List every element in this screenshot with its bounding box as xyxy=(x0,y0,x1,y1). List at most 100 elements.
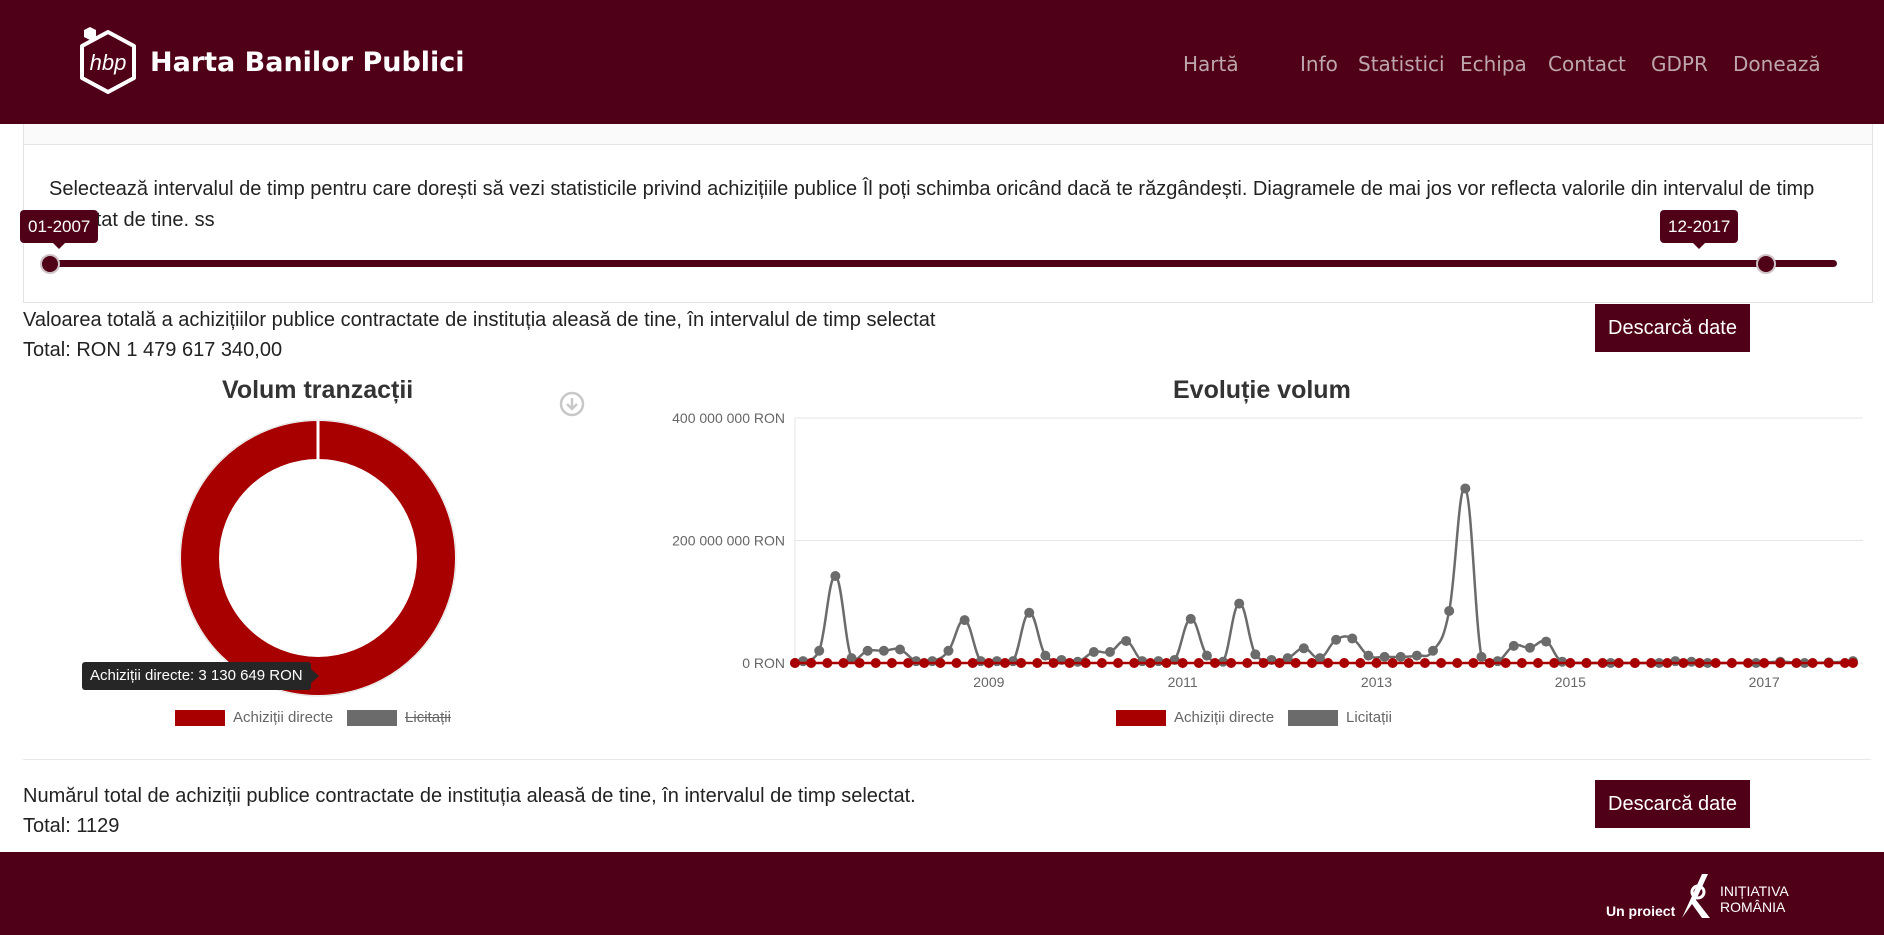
nav-item-harta[interactable]: Hartă xyxy=(1183,52,1239,76)
data-point xyxy=(1096,658,1107,668)
data-point xyxy=(1371,658,1382,668)
pie-chart-title: Volum tranzacții xyxy=(222,376,414,404)
date-range-slider-track[interactable] xyxy=(50,260,1837,267)
data-point xyxy=(1331,634,1342,645)
data-point xyxy=(1290,658,1301,668)
data-point xyxy=(1161,658,1172,668)
data-point xyxy=(870,658,881,668)
data-point xyxy=(1759,658,1770,668)
data-point xyxy=(1088,646,1099,657)
data-point xyxy=(1613,658,1624,668)
data-point xyxy=(1145,658,1156,668)
count-total: Total: 1129 xyxy=(23,815,120,837)
data-point xyxy=(1807,658,1818,668)
data-point xyxy=(1460,483,1471,494)
data-point xyxy=(1516,658,1527,668)
data-point xyxy=(1395,651,1406,662)
data-point xyxy=(1662,658,1673,668)
data-point xyxy=(1048,658,1059,668)
data-point xyxy=(1201,650,1212,661)
nav-item-statistici[interactable]: Statistici xyxy=(1358,52,1445,76)
data-point xyxy=(1274,658,1285,668)
y-tick-label: 400 000 000 RON xyxy=(672,410,785,426)
legend-swatch xyxy=(175,709,225,726)
data-point xyxy=(1242,658,1253,668)
panel-header-strip xyxy=(24,124,1872,145)
pie-tooltip: Achiziții directe: 3 130 649 RON xyxy=(82,662,319,690)
data-point xyxy=(1040,650,1051,661)
data-point xyxy=(1193,658,1204,668)
data-point xyxy=(1565,658,1576,668)
data-point xyxy=(814,645,825,656)
nav-item-echipa[interactable]: Echipa xyxy=(1460,52,1527,76)
data-point xyxy=(1541,636,1552,647)
data-point xyxy=(1508,640,1519,651)
legend-label: Achiziții directe xyxy=(1174,709,1275,726)
date-range-description: Selectează intervalul de timp pentru car… xyxy=(49,178,1815,231)
data-point xyxy=(1444,605,1455,616)
data-point xyxy=(1403,658,1414,668)
data-point xyxy=(1524,642,1535,653)
nav-item-doneaza[interactable]: Donează xyxy=(1733,52,1821,76)
slider-start-handle[interactable] xyxy=(40,254,60,274)
data-point xyxy=(854,658,865,668)
download-count-button[interactable]: Descarcă date xyxy=(1595,780,1750,828)
data-point xyxy=(1032,658,1043,668)
legend-swatch xyxy=(1288,709,1339,726)
legend-label: Licitații xyxy=(1346,709,1392,726)
slider-end-handle[interactable] xyxy=(1755,254,1776,274)
legend-item-achizitii-directe[interactable]: Achiziții directe xyxy=(1116,709,1274,726)
data-point xyxy=(1476,651,1487,662)
pie-slice xyxy=(181,421,455,695)
legend-item-achizitii-directe[interactable]: Achiziții directe xyxy=(175,709,333,726)
slider-start-tooltip: 01-2007 xyxy=(20,210,99,249)
main-nav: Hartă Info Statistici Echipa Contact GDP… xyxy=(0,52,1884,78)
data-point xyxy=(878,645,889,656)
data-point xyxy=(806,658,817,668)
data-point xyxy=(1185,613,1196,624)
data-point xyxy=(903,658,914,668)
data-point xyxy=(894,644,905,655)
data-point xyxy=(967,658,978,668)
data-point xyxy=(822,658,833,668)
data-point xyxy=(1775,658,1786,668)
section-divider xyxy=(23,759,1871,760)
download-value-button[interactable]: Descarcă date xyxy=(1595,304,1750,352)
data-point xyxy=(943,645,954,656)
data-point xyxy=(1726,658,1737,668)
data-point xyxy=(1177,658,1188,668)
data-point xyxy=(1080,658,1091,668)
x-tick-label: 2015 xyxy=(1555,674,1586,690)
data-point xyxy=(1016,658,1027,668)
download-chart-icon[interactable] xyxy=(558,390,586,418)
data-point xyxy=(1710,658,1721,668)
data-point xyxy=(886,658,897,668)
data-point xyxy=(1646,658,1657,668)
data-point xyxy=(1363,650,1374,661)
initiativa-romania-logo[interactable]: INIȚIATIVA ROMÂNIA xyxy=(1676,868,1806,924)
line-legend: Achiziții directe Licitații xyxy=(1116,709,1406,726)
nav-item-info[interactable]: Info xyxy=(1300,52,1338,76)
data-point xyxy=(1306,658,1317,668)
nav-item-gdpr[interactable]: GDPR xyxy=(1651,52,1708,76)
data-point xyxy=(830,571,841,582)
data-point xyxy=(1129,658,1140,668)
y-tick-label: 200 000 000 RON xyxy=(672,533,785,549)
count-summary-text: Numărul total de achiziții publice contr… xyxy=(23,785,916,807)
legend-item-licitatii[interactable]: Licitații xyxy=(347,709,451,726)
count-summary: Numărul total de achiziții publice contr… xyxy=(23,781,916,841)
data-point xyxy=(1024,607,1035,618)
x-tick-label: 2017 xyxy=(1749,674,1780,690)
data-point xyxy=(935,658,946,668)
data-point xyxy=(1678,658,1689,668)
legend-swatch xyxy=(347,709,398,726)
data-point xyxy=(1629,658,1640,668)
series-line xyxy=(794,487,1854,665)
line-chart[interactable]: 400 000 000 RON 200 000 000 RON 0 RON 2009 2… xyxy=(640,400,1870,700)
data-point xyxy=(1452,658,1463,668)
data-point xyxy=(790,658,800,668)
data-point xyxy=(1347,633,1358,644)
data-point xyxy=(1064,658,1075,668)
nav-item-contact[interactable]: Contact xyxy=(1548,52,1626,76)
legend-item-licitatii[interactable]: Licitații xyxy=(1288,709,1392,726)
